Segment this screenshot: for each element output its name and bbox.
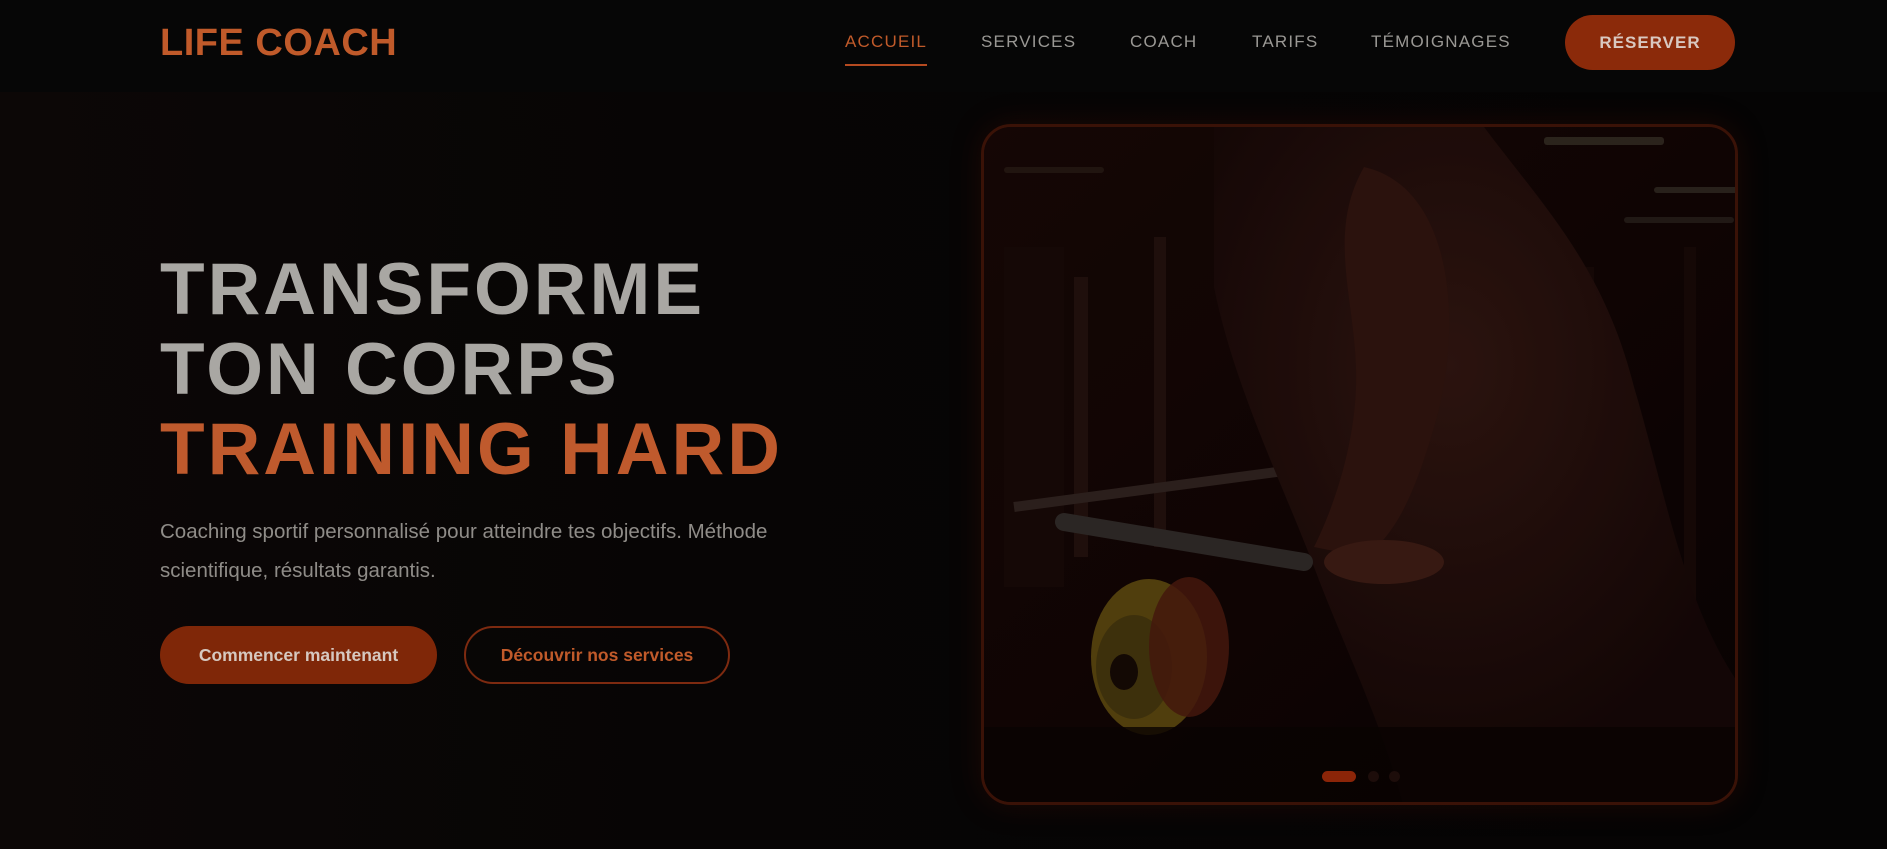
nav-item-tarifs[interactable]: TARIFS (1252, 32, 1318, 52)
start-now-button[interactable]: Commencer maintenant (160, 626, 437, 684)
hero-title: TRANSFORME TON CORPS TRAINING HARD (160, 250, 783, 490)
site-header: LIFE COACH ACCUEIL SERVICES COACH TARIFS… (0, 0, 1887, 92)
nav-item-temoignages[interactable]: TÉMOIGNAGES (1371, 32, 1511, 52)
hero-description: Coaching sportif personnalisé pour attei… (160, 520, 768, 582)
slider-dot-3[interactable] (1389, 771, 1400, 782)
hero-media-slider[interactable] (981, 124, 1738, 805)
nav-item-services[interactable]: SERVICES (981, 32, 1076, 52)
nav-item-coach[interactable]: COACH (1130, 32, 1197, 52)
hero-title-line-3: TRAINING HARD (160, 409, 783, 490)
hero-title-line-1: TRANSFORME (160, 249, 706, 330)
active-nav-underline (845, 64, 927, 66)
slider-dot-2[interactable] (1368, 771, 1379, 782)
gym-training-image (984, 127, 1735, 802)
site-logo[interactable]: LIFE COACH (160, 22, 397, 65)
discover-services-button[interactable]: Découvrir nos services (464, 626, 730, 684)
reserve-button[interactable]: RÉSERVER (1565, 15, 1735, 70)
hero-title-line-2: TON CORPS (160, 329, 620, 410)
slider-dot-1[interactable] (1322, 771, 1356, 782)
nav-item-accueil[interactable]: ACCUEIL (845, 32, 927, 52)
